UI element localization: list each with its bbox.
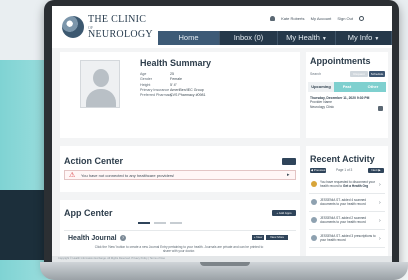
laptop-notch (200, 262, 250, 266)
health-journal-title: Health Journal (68, 235, 117, 242)
carousel-dot[interactable] (138, 222, 150, 224)
logo-line-1: THE CLINIC (88, 14, 147, 25)
health-summary-title: Health Summary (140, 58, 212, 68)
tab-upcoming[interactable]: Upcoming (308, 82, 334, 92)
tab-other[interactable]: Other (360, 82, 386, 92)
action-center-message: You have not connected to any healthcare… (81, 173, 175, 178)
action-center-alert[interactable]: ⚠ You have not connected to any healthca… (64, 170, 296, 180)
appointment-location: Neurology Clinic (310, 104, 335, 109)
user-name-link[interactable]: Kate Roberts (281, 16, 304, 21)
alert-icon (311, 181, 317, 187)
footer: Copyright © Health Information Exchange.… (52, 256, 392, 262)
nav-my-health-label: My Health (286, 33, 320, 42)
user-icon (270, 16, 275, 22)
document-icon (311, 199, 317, 205)
list-item[interactable]: JESSENIA ST. added 2 scanned documents t… (309, 214, 385, 230)
health-summary-rows: Age 25 Gender Female Height 5' 4" Primary I… (140, 72, 206, 98)
warning-icon: ⚠ (69, 172, 76, 179)
action-center-title: Action Center (64, 156, 124, 166)
my-account-link[interactable]: My Account (311, 16, 332, 21)
calendar-icon[interactable] (378, 106, 383, 111)
user-links: Kate Roberts My Account Sign Out (270, 16, 369, 22)
chevron-down-icon: ▼ (321, 36, 327, 42)
health-summary-panel: Health Summary Age 25 Gender Female Height… (60, 52, 300, 138)
main-nav: Home Inbox (0) My Health ▼ My Info ▼ (158, 31, 392, 45)
carousel-dots (138, 222, 182, 224)
chevron-right-icon: › (379, 182, 381, 188)
carousel-dot[interactable] (170, 222, 182, 224)
logo-line-3: NEUROLOGY (88, 29, 153, 40)
search-icon[interactable] (359, 16, 365, 22)
carousel-dot[interactable] (154, 222, 166, 224)
nav-my-health[interactable]: My Health ▼ (278, 31, 336, 45)
view-more-button[interactable]: View More (266, 235, 288, 240)
activity-text-bold: Get a Health Org (343, 184, 369, 189)
header: THE CLINIC OF NEUROLOGY Kate Roberts My … (52, 6, 392, 48)
recent-activity-panel: Recent Activity ◀ Previous Page 1 of 3 N… (306, 146, 388, 262)
portal-screen: THE CLINIC OF NEUROLOGY Kate Roberts My … (52, 6, 392, 262)
clinic-logo[interactable]: THE CLINIC OF NEUROLOGY (62, 14, 153, 42)
page-indicator: Page 1 of 3 (336, 168, 353, 172)
nav-my-info-label: My Info (347, 33, 373, 42)
sign-out-link[interactable]: Sign Out (337, 16, 353, 21)
chevron-right-icon: ▸ (287, 172, 290, 178)
nav-inbox-label: Inbox (0) (233, 33, 264, 42)
summary-key: Preferred Pharmacy (140, 93, 173, 98)
chevron-right-icon: › (379, 218, 381, 224)
nav-home-label: Home (178, 33, 199, 42)
request-appointment-button[interactable]: Request (350, 71, 368, 77)
logo-globe-icon (62, 16, 84, 38)
document-icon (311, 217, 317, 223)
appointment-entry[interactable]: Thursday, December 11, 2020 9:30 PM Prov… (310, 96, 384, 109)
app-center-title: App Center (64, 208, 113, 218)
list-item[interactable]: JESSENIA ST. added 3 prescriptions to yo… (309, 232, 385, 248)
health-journal-description: Click the 'New' button to create a new J… (94, 245, 264, 254)
action-center-panel: Action Center ⚠ You have not connected t… (60, 146, 300, 192)
laptop-base (40, 262, 408, 280)
activity-text: JESSENIA ST. added 3 prescriptions to yo… (320, 234, 376, 243)
help-icon[interactable]: ? (120, 235, 126, 241)
appointment-date: Thursday, December 11, 2020 9:30 PM (310, 96, 370, 100)
add-apps-button[interactable]: + Add Apps (272, 210, 296, 216)
chevron-down-icon: ▼ (374, 36, 380, 42)
previous-page-button[interactable]: ◀ Previous (310, 168, 326, 173)
app-center-panel: App Center + Add Apps Health Journal ? +… (60, 200, 300, 262)
activity-text: JESSENIA ST. added 4 scanned documents t… (320, 198, 367, 207)
prescription-icon (311, 235, 317, 241)
activity-text: JESSENIA ST. added 2 scanned documents t… (320, 216, 367, 225)
summary-row: Preferred Pharmacy CVS Pharmacy #0981 (140, 93, 206, 98)
list-item[interactable]: JESSENIA ST. added 4 scanned documents t… (309, 196, 385, 212)
appointments-title: Appointments (310, 56, 371, 66)
avatar-body (86, 89, 116, 107)
chevron-right-icon: › (379, 200, 381, 206)
next-page-button[interactable]: Next ▶ (368, 168, 384, 173)
recent-activity-title: Recent Activity (310, 154, 375, 164)
nav-home[interactable]: Home (158, 31, 220, 45)
appointment-provider: Provider Name (310, 100, 332, 105)
activity-text: You have requested to disconnect your he… (320, 180, 378, 188)
nav-my-info[interactable]: My Info ▼ (336, 31, 392, 45)
schedule-appointment-button[interactable]: Schedule (369, 71, 385, 77)
avatar[interactable] (80, 60, 120, 108)
list-item[interactable]: You have requested to disconnect your he… (309, 178, 385, 194)
appointment-tabs: Upcoming Past Other (308, 82, 386, 92)
avatar-head (93, 69, 109, 87)
new-journal-button[interactable]: + New (252, 235, 264, 240)
action-center-toggle-button[interactable] (282, 158, 296, 165)
appointments-panel: Appointments Search Request Schedule Upc… (306, 52, 388, 138)
nav-inbox[interactable]: Inbox (0) (220, 31, 278, 45)
summary-value: CVS Pharmacy #0981 (170, 93, 206, 98)
chevron-right-icon: › (379, 236, 381, 242)
appointments-search-label: Search (310, 72, 322, 76)
tab-past[interactable]: Past (334, 82, 360, 92)
